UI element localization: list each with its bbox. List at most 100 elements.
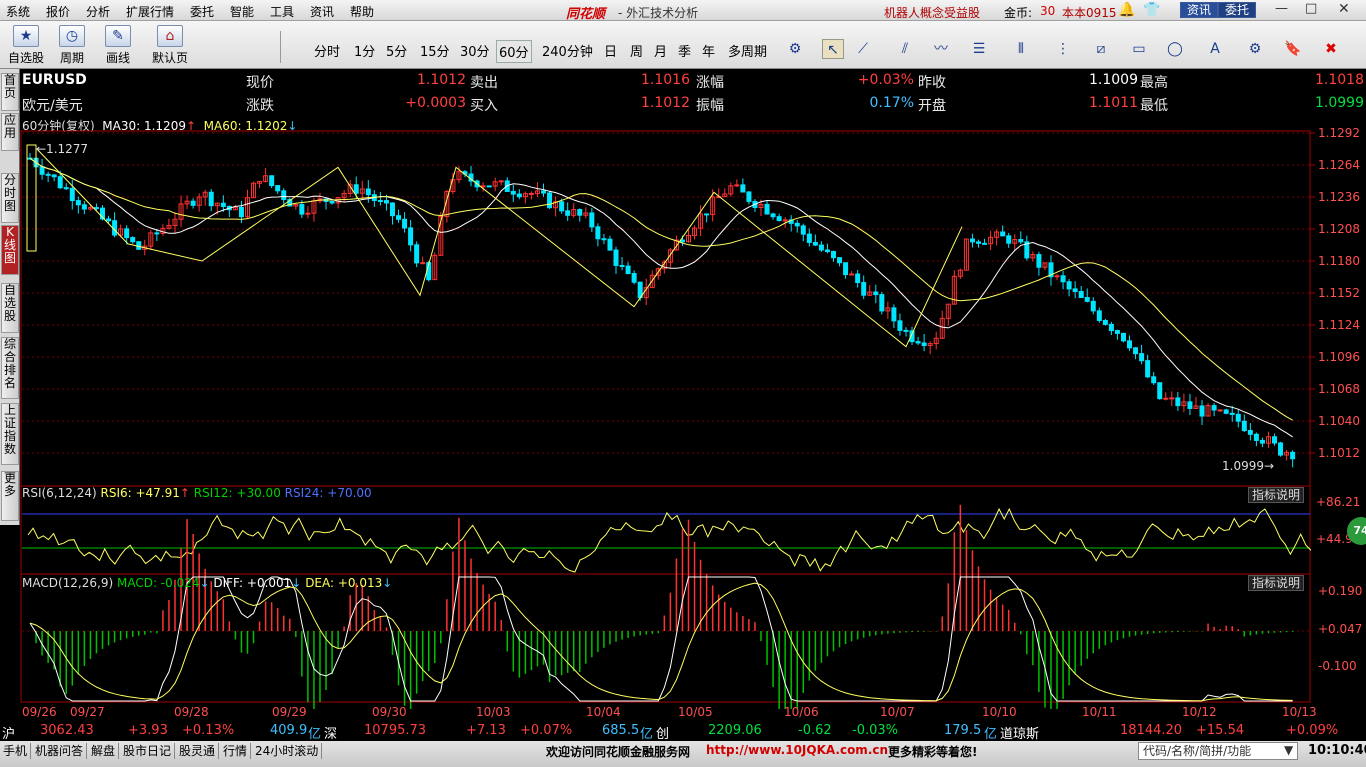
period-year[interactable]: 年 (700, 40, 717, 61)
tab-watchlist[interactable]: 自选股 (1, 283, 19, 333)
period-multi[interactable]: 多周期 (726, 40, 769, 61)
menu-system[interactable]: 系统 (6, 3, 30, 20)
promo-link[interactable]: 机器人概念受益股 (884, 4, 980, 21)
news-button[interactable]: 资讯 (1180, 2, 1219, 18)
close-icon[interactable]: ✕ (1338, 1, 1350, 17)
candle-body (1272, 436, 1278, 444)
tab-kline[interactable]: K线图 (1, 225, 19, 275)
menu-help[interactable]: 帮助 (350, 3, 374, 20)
candle-body (547, 192, 553, 209)
period-30m[interactable]: 30分 (458, 40, 492, 61)
macd-tick-label: -0.100 (1318, 659, 1357, 673)
candle-body (843, 262, 849, 276)
tab-timeshare[interactable]: 分时图 (1, 173, 19, 223)
period-5m[interactable]: 5分 (384, 40, 409, 61)
status-diary[interactable]: 股市日记 (120, 743, 176, 759)
period-week[interactable]: 周 (628, 40, 645, 61)
menu-tools[interactable]: 工具 (270, 3, 294, 20)
status-mobile[interactable]: 手机 (0, 743, 32, 759)
channel-tool-icon[interactable]: ⧄ (1090, 39, 1112, 59)
settings-gear-icon[interactable]: ⚙ (784, 39, 806, 59)
menu-smart[interactable]: 智能 (230, 3, 254, 20)
kline-chart[interactable]: 1.1292 1.1264 1.1236 1.1208 1.1180 1.1152 1.11… (20, 69, 1366, 709)
menu-news[interactable]: 资讯 (310, 3, 334, 20)
tab-home[interactable]: 首页 (1, 73, 19, 111)
candle-body (812, 241, 818, 246)
candle-body (1157, 382, 1163, 400)
tab-shindex[interactable]: 上证指数 (1, 403, 19, 465)
period-tool[interactable]: ◷ 周期 (52, 25, 92, 65)
status-market[interactable]: 行情 (220, 743, 252, 759)
candle-body (800, 225, 806, 235)
macd-help-button[interactable]: 指标说明 (1248, 575, 1305, 591)
tab-ranking[interactable]: 综合排名 (1, 337, 19, 399)
status-24h[interactable]: 24小时滚动 (252, 743, 323, 759)
trade-button[interactable]: 委托 (1218, 2, 1257, 18)
date-tick: 09/30 (372, 705, 407, 719)
candle-body (220, 202, 226, 207)
watchlist-tool[interactable]: ★ 自选股 (6, 25, 46, 65)
tab-apps[interactable]: 应用 (1, 113, 19, 151)
maximize-icon[interactable]: □ (1305, 1, 1317, 16)
draw-tool[interactable]: ✎ 画线 (98, 25, 138, 65)
period-15m[interactable]: 15分 (418, 40, 452, 61)
sh-unit: 亿 (308, 727, 322, 742)
search-input[interactable]: 代码/名称/简拼/功能 (1138, 742, 1298, 760)
draw-settings-gear-icon[interactable]: ⚙ (1244, 39, 1266, 59)
minimize-icon[interactable]: — (1275, 1, 1288, 16)
menu-extended[interactable]: 扩展行情 (126, 3, 174, 20)
period-season[interactable]: 季 (676, 40, 693, 61)
period-240m[interactable]: 240分钟 (540, 40, 595, 61)
wave-tool-icon[interactable]: 〰 (930, 39, 952, 59)
status-analysis[interactable]: 解盘 (88, 743, 120, 759)
arrow-up-icon: ↑ (179, 486, 190, 500)
date-tick: 10/12 (1182, 705, 1217, 719)
candle-body (238, 206, 244, 218)
period-60m[interactable]: 60分 (496, 40, 532, 63)
candle-body (1066, 281, 1072, 290)
bell-icon[interactable]: 🔔 (1118, 2, 1135, 18)
period-day[interactable]: 日 (602, 40, 619, 61)
shirt-icon[interactable]: 👕 (1143, 2, 1160, 18)
candle-body (969, 238, 975, 243)
candle-body (1259, 439, 1265, 444)
candle-body (329, 200, 335, 204)
status-robot-qa[interactable]: 机器问答 (32, 743, 88, 759)
period-tick[interactable]: 分时 (312, 40, 342, 61)
user-name[interactable]: 本本0915 (1062, 4, 1117, 21)
text-tool-icon[interactable]: A (1204, 39, 1226, 59)
menu-analysis[interactable]: 分析 (86, 3, 110, 20)
candle-body (619, 264, 625, 267)
candle-body (396, 215, 402, 220)
menu-quote[interactable]: 报价 (46, 3, 70, 20)
period-month[interactable]: 月 (652, 40, 669, 61)
rsi-help-button[interactable]: 指标说明 (1248, 487, 1305, 503)
candle-body (480, 185, 486, 188)
default-page-tool[interactable]: ⌂ 默认页 (150, 25, 190, 65)
bookmark-icon[interactable]: 🔖 (1282, 39, 1304, 59)
chart-area[interactable]: EURUSD 欧元/美元 现价 1.1012 卖出 1.1016 涨幅 +0.03% 昨收 1… (20, 69, 1366, 721)
parallel-tool-icon[interactable]: ⫽ (894, 39, 916, 59)
date-tick: 10/04 (586, 705, 621, 719)
candle-body (782, 219, 788, 222)
rect-tool-icon[interactable]: ▭ (1128, 39, 1150, 59)
line-tool-icon[interactable]: ⟋ (852, 39, 874, 59)
candle-body (124, 228, 130, 239)
candle-body (794, 222, 800, 227)
bars-tool-icon[interactable]: ⦀ (1010, 39, 1032, 59)
site-link[interactable]: http://www.10JQKA.com.cn (706, 743, 888, 757)
chevron-down-icon[interactable]: ▼ (1284, 743, 1293, 757)
candle-body (106, 218, 112, 222)
status-lingtong[interactable]: 股灵通 (176, 743, 220, 759)
candle-body (1090, 300, 1096, 312)
grid-tool-icon[interactable]: ⋮ (1052, 39, 1074, 59)
delete-icon[interactable]: ✖ (1320, 39, 1342, 59)
period-1m[interactable]: 1分 (352, 40, 377, 61)
fib-tool-icon[interactable]: ☰ (968, 39, 990, 59)
cursor-icon[interactable]: ↖ (822, 39, 844, 59)
ellipse-tool-icon[interactable]: ◯ (1164, 39, 1186, 59)
menu-trade[interactable]: 委托 (190, 3, 214, 20)
more-text: 更多精彩等着您! (888, 745, 978, 759)
tab-more[interactable]: 更多 (1, 471, 19, 521)
rsi12-value: RSI12: +30.00 (193, 486, 281, 500)
